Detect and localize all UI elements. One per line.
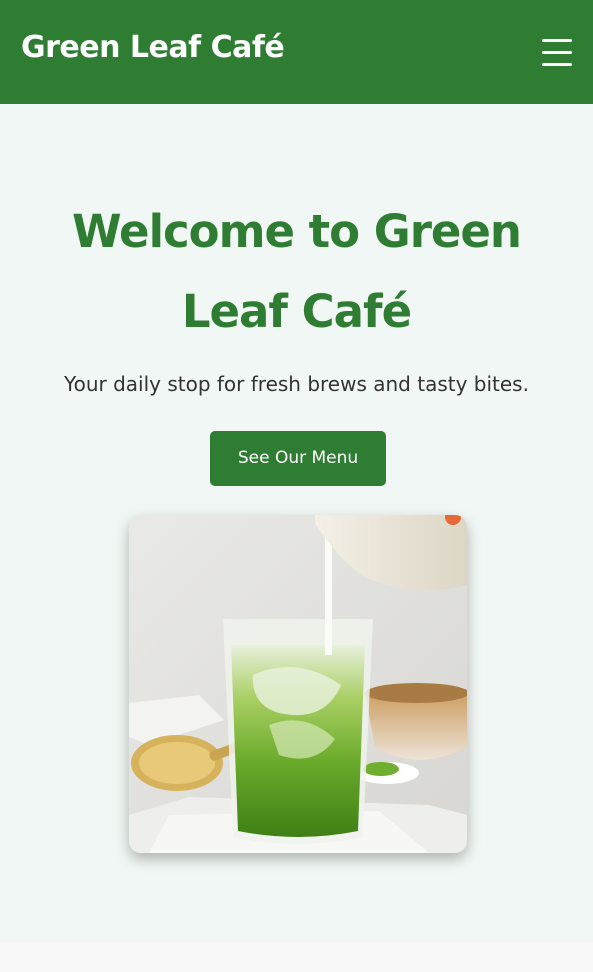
menu-bar-middle [542, 51, 572, 54]
page-bottom-strip [0, 942, 593, 972]
hero-section: Welcome to Green Leaf Café Your daily st… [0, 104, 593, 942]
menu-bar-top [542, 39, 572, 42]
hero-subtitle: Your daily stop for fresh brews and tast… [64, 372, 529, 396]
menu-bar-bottom [542, 63, 572, 66]
see-menu-button[interactable]: See Our Menu [210, 431, 386, 486]
hero-title: Welcome to Green Leaf Café [72, 205, 522, 338]
brand-logo-text[interactable]: Green Leaf Café [21, 30, 285, 66]
site-header: Green Leaf Café [0, 0, 593, 104]
matcha-latte-image [129, 515, 467, 853]
page: Green Leaf Café Welcome to Green Leaf Ca… [0, 0, 593, 972]
hamburger-menu-icon[interactable] [540, 36, 574, 70]
